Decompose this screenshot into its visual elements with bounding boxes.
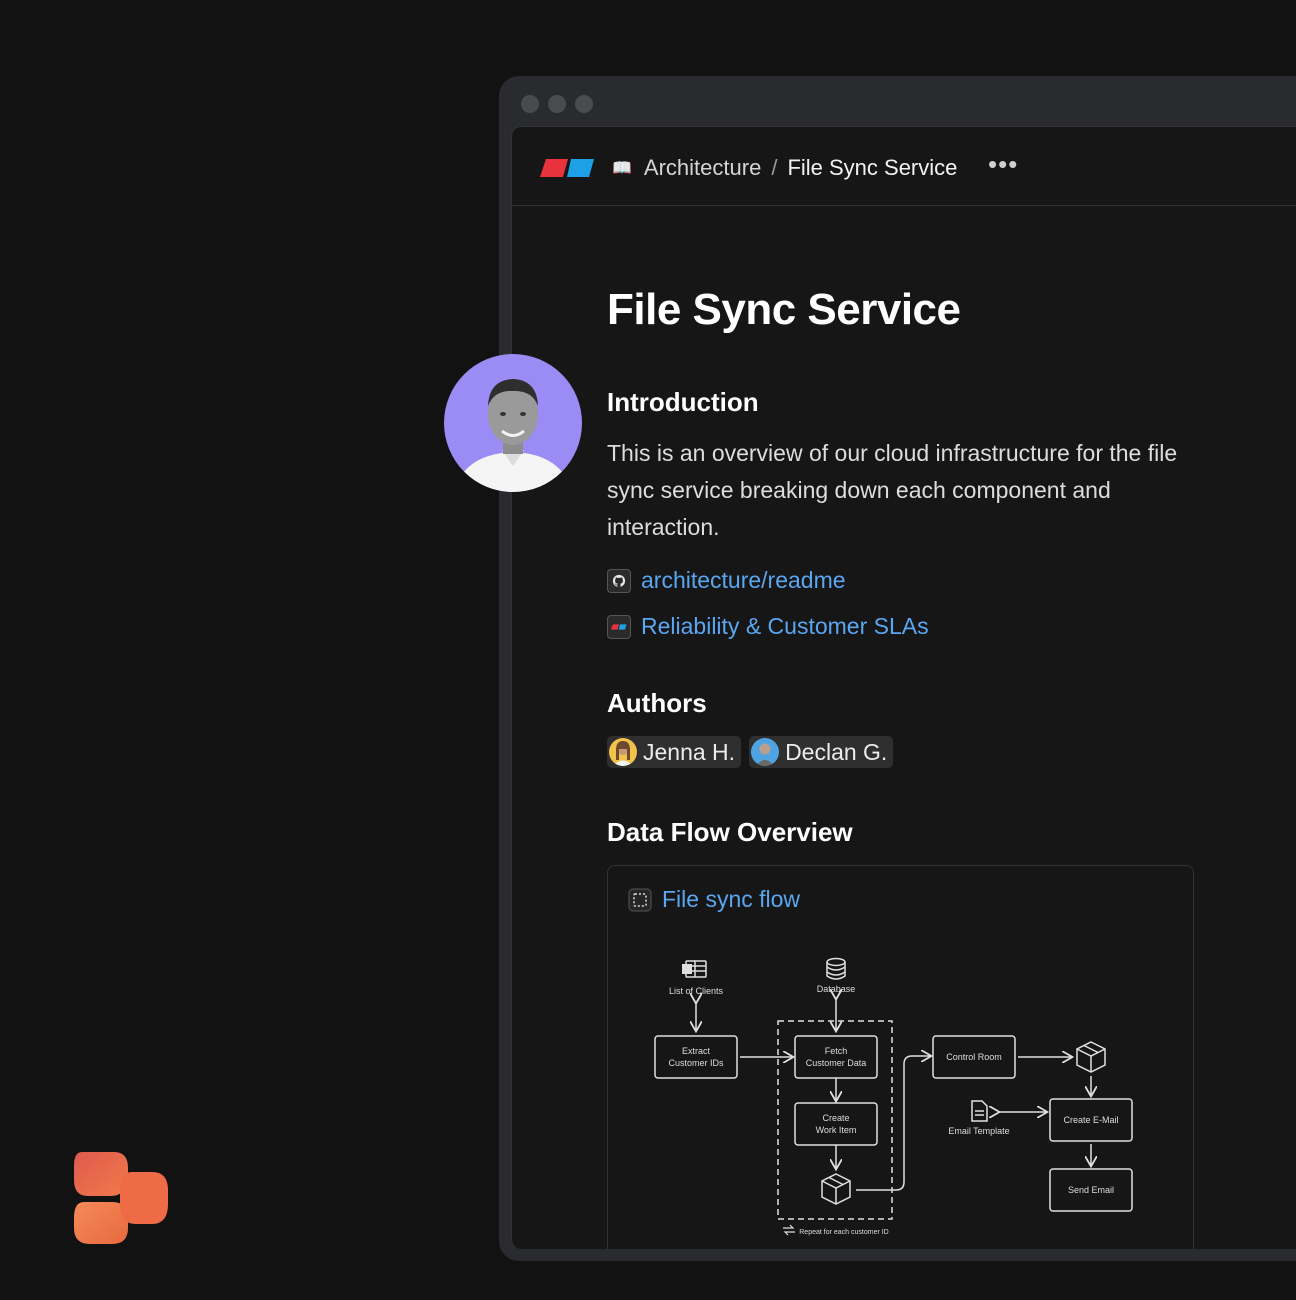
introduction-text: This is an overview of our cloud infrast… [607, 440, 1178, 540]
app-logo-icon[interactable] [540, 157, 596, 179]
maximize-window-dot[interactable] [575, 95, 593, 113]
svg-text:Fetch: Fetch [825, 1046, 848, 1056]
flow-diagram: List of Clients Database Extract Custome… [654, 957, 1133, 1236]
avatar [609, 738, 637, 766]
package-icon [1076, 1041, 1106, 1073]
app-window: 📖 Architecture / File Sync Service ••• F… [499, 76, 1296, 1261]
book-icon: 📖 [612, 160, 632, 177]
diagram-label: List of Clients [669, 986, 724, 996]
diagram-label: Database [817, 984, 856, 994]
author-name: Jenna H. [643, 738, 736, 765]
frame-icon [628, 888, 652, 911]
svg-text:Customer Data: Customer Data [806, 1058, 867, 1068]
authors-heading: Authors [607, 688, 707, 718]
svg-text:Work Item: Work Item [816, 1125, 857, 1135]
author-chip-declan[interactable]: Declan G. [749, 736, 894, 768]
window-controls [521, 95, 593, 113]
author-name: Declan G. [785, 738, 888, 765]
top-bar: 📖 Architecture / File Sync Service ••• [512, 127, 1296, 206]
link-label[interactable]: Reliability & Customer SLAs [641, 613, 929, 640]
flow-card-title[interactable]: File sync flow [662, 886, 800, 913]
package-icon [821, 1173, 851, 1205]
svg-text:Control Room: Control Room [946, 1052, 1002, 1062]
link-reliability-slas[interactable]: Reliability & Customer SLAs [607, 613, 929, 640]
link-architecture-readme[interactable]: architecture/readme [607, 567, 846, 594]
avatar [751, 738, 780, 766]
breadcrumb-separator: / [771, 155, 778, 180]
svg-text:Send Email: Send Email [1068, 1185, 1114, 1195]
svg-text:Create E-Mail: Create E-Mail [1063, 1115, 1118, 1125]
fetch-node [794, 1035, 878, 1079]
svg-text:Customer IDs: Customer IDs [668, 1058, 724, 1068]
breadcrumb-parent[interactable]: Architecture [644, 155, 761, 181]
document-icon [971, 1100, 988, 1122]
github-icon [607, 568, 631, 593]
presenter-avatar [444, 354, 582, 492]
link-label[interactable]: architecture/readme [641, 567, 846, 594]
create-work-item-node [794, 1102, 878, 1146]
introduction-heading: Introduction [607, 387, 759, 417]
spreadsheet-icon [682, 960, 707, 978]
svg-text:Create: Create [822, 1113, 849, 1123]
database-icon [826, 957, 846, 980]
repeat-icon [783, 1224, 795, 1236]
minimize-window-dot[interactable] [548, 95, 566, 113]
flow-card-header: File sync flow [628, 886, 800, 913]
svg-text:Repeat for each customer ID: Repeat for each customer ID [799, 1229, 889, 1236]
breadcrumb-current[interactable]: File Sync Service [787, 155, 957, 181]
brand-logo [74, 1152, 168, 1244]
page-panel: 📖 Architecture / File Sync Service ••• F… [511, 126, 1296, 1249]
close-window-dot[interactable] [521, 95, 539, 113]
svg-text:Email Template: Email Template [948, 1126, 1009, 1136]
app-logo-icon [607, 614, 631, 639]
flow-embed-card[interactable]: List of Clients Database Extract Custome… [607, 865, 1194, 1249]
extract-node [654, 1035, 738, 1079]
page-title: File Sync Service [607, 285, 961, 334]
data-flow-heading: Data Flow Overview [607, 817, 853, 847]
breadcrumb: 📖 Architecture / File Sync Service [612, 153, 957, 183]
author-chip-jenna[interactable]: Jenna H. [607, 736, 742, 768]
more-options-icon[interactable]: ••• [988, 149, 1018, 180]
authors-list: Jenna H. Declan G. [607, 736, 894, 768]
svg-text:Extract: Extract [682, 1046, 711, 1056]
